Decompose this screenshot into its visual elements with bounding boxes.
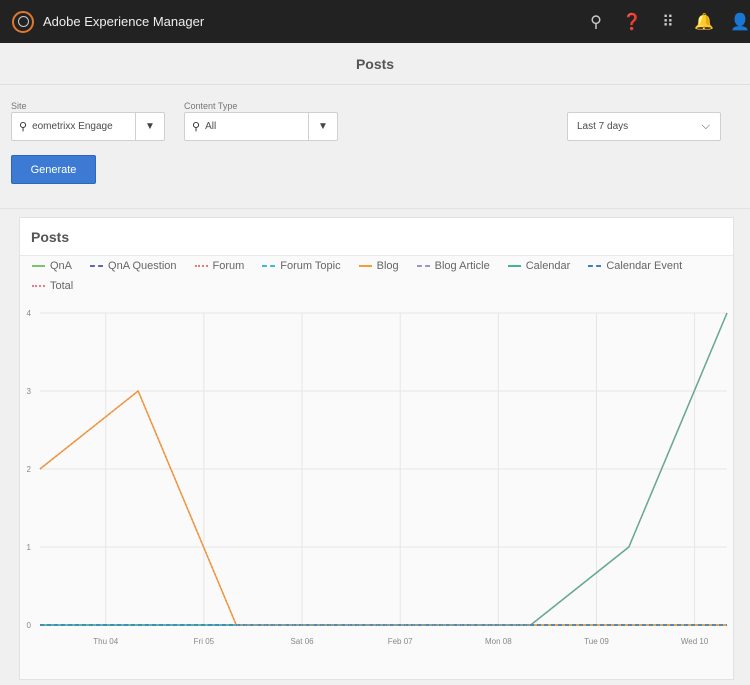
x-tick-label: Thu 04	[93, 637, 118, 646]
x-tick-label: Mon 08	[485, 637, 512, 646]
x-tick-label: Tue 09	[584, 637, 609, 646]
posts-line-chart: 0 1 2 3 4 Thu 04 Fri 05 Sat 06 Feb 07 Mon 08 Tue 0…	[27, 309, 728, 646]
y-tick-label: 3	[27, 387, 32, 396]
y-tick-label: 1	[27, 543, 32, 552]
x-tick-label: Feb 07	[388, 637, 413, 646]
x-tick-label: Wed 10	[681, 637, 709, 646]
series-line-blog	[39, 389, 727, 626]
x-tick-label: Fri 05	[194, 637, 215, 646]
y-tick-label: 2	[27, 465, 32, 474]
y-tick-label: 0	[27, 621, 32, 630]
x-tick-label: Sat 06	[290, 637, 314, 646]
y-tick-label: 4	[27, 309, 32, 318]
